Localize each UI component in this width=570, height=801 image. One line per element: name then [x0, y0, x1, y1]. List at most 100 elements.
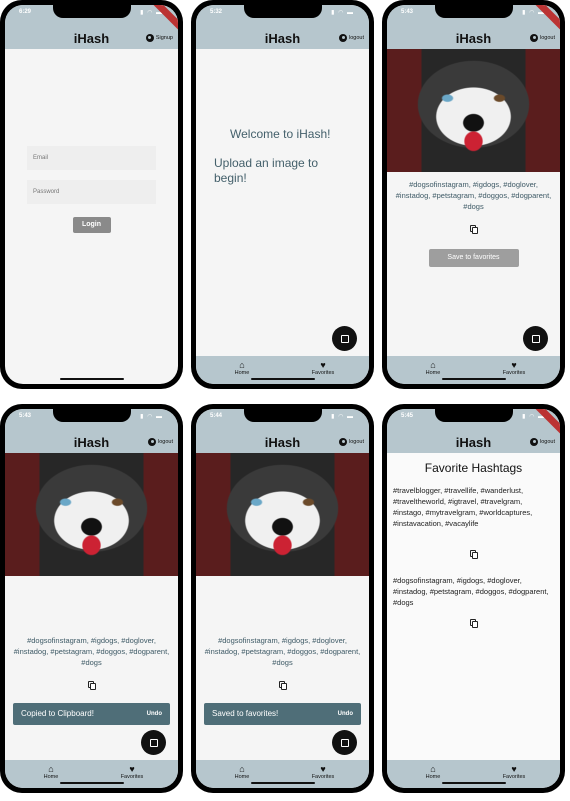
status-time: 5:45 — [401, 413, 414, 419]
uploaded-photo — [5, 453, 178, 576]
account-icon — [339, 438, 347, 446]
nav-favorites[interactable]: ♥ Favorites — [303, 764, 343, 780]
home-icon: ⌂ — [239, 764, 245, 774]
nav-home-label: Home — [43, 774, 59, 780]
nav-home[interactable]: ⌂ Home — [222, 764, 262, 780]
nav-home-label: Home — [234, 370, 250, 376]
signal-icons: ▮ ◠ ▬ — [140, 414, 163, 420]
favorite-hashtags-2: #dogsofinstagram, #igdogs, #doglover, #i… — [393, 576, 549, 607]
copy-icon[interactable] — [469, 619, 478, 628]
nav-favorites-label: Favorites — [311, 774, 335, 780]
nav-home-label: Home — [234, 774, 250, 780]
phone-login: iHash Signup 6:29 ▮ ◠ ▬ Email Password Lo… — [0, 0, 183, 389]
signal-icons: ▮ ◠ ▬ — [331, 10, 354, 16]
email-field[interactable]: Email — [27, 146, 156, 170]
image-icon — [531, 334, 540, 343]
nav-favorites[interactable]: ♥ Favorites — [112, 764, 152, 780]
hashtags-text: #dogsofinstagram, #igdogs, #doglover, #i… — [395, 180, 552, 211]
signup-button[interactable]: Signup — [145, 34, 173, 42]
pick-image-button[interactable] — [332, 326, 357, 351]
phone-welcome: iHash logout 5:32 ▮ ◠ ▬ Welcome to iHash!… — [191, 0, 374, 389]
pick-image-button[interactable] — [523, 326, 548, 351]
home-icon: ⌂ — [239, 360, 245, 370]
logout-button[interactable]: logout — [148, 438, 173, 446]
copy-icon[interactable] — [87, 681, 96, 690]
welcome-text: Welcome to iHash! — [230, 127, 331, 141]
snackbar-message: Copied to Clipboard! — [21, 709, 94, 718]
home-icon: ⌂ — [430, 764, 436, 774]
image-icon — [340, 334, 349, 343]
snackbar: Copied to Clipboard! Undo — [13, 703, 170, 725]
notch — [434, 409, 513, 422]
logout-button[interactable]: logout — [530, 34, 555, 42]
nav-favorites-label: Favorites — [502, 774, 526, 780]
home-indicator — [441, 781, 506, 784]
nav-home-label: Home — [425, 774, 441, 780]
logout-label: logout — [540, 35, 555, 41]
copied-screen: iHash logout 5:43 ▮ ◠ ▬ #dogsofinstagram,… — [5, 409, 178, 788]
login-button[interactable]: Login — [72, 217, 111, 233]
snackbar-message: Saved to favorites! — [212, 709, 279, 718]
undo-button[interactable]: Undo — [338, 703, 353, 725]
status-time: 5:44 — [210, 413, 223, 419]
phone-copied: iHash logout 5:43 ▮ ◠ ▬ #dogsofinstagram,… — [0, 404, 183, 793]
logout-button[interactable]: logout — [339, 438, 364, 446]
account-icon — [339, 34, 347, 42]
notch — [434, 5, 513, 18]
uploaded-photo — [387, 49, 560, 172]
home-indicator — [59, 377, 124, 380]
account-icon — [145, 34, 154, 42]
image-icon — [340, 738, 349, 747]
notch — [52, 409, 131, 422]
heart-icon: ♥ — [320, 360, 326, 370]
home-icon: ⌂ — [48, 764, 54, 774]
nav-home[interactable]: ⌂ Home — [31, 764, 71, 780]
logout-button[interactable]: logout — [339, 34, 364, 42]
copy-icon[interactable] — [469, 225, 478, 234]
status-time: 5:43 — [19, 413, 32, 419]
phone-result: iHash logout 5:43 ▮ ◠ ▬ #dogsofinstagram,… — [382, 0, 565, 389]
undo-button[interactable]: Undo — [147, 703, 162, 725]
login-screen: iHash Signup 6:29 ▮ ◠ ▬ Email Password Lo… — [5, 5, 178, 384]
home-indicator — [59, 781, 124, 784]
nav-favorites[interactable]: ♥ Favorites — [494, 360, 534, 376]
signup-label: Signup — [155, 35, 173, 41]
snackbar: Saved to favorites! Undo — [204, 703, 361, 725]
logout-label: logout — [349, 35, 364, 41]
welcome-screen: iHash logout 5:32 ▮ ◠ ▬ Welcome to iHash!… — [196, 5, 369, 384]
upload-prompt: Upload an image to begin! — [214, 156, 319, 185]
nav-favorites[interactable]: ♥ Favorites — [494, 764, 534, 780]
nav-home-label: Home — [425, 370, 441, 376]
hashtags-text: #dogsofinstagram, #igdogs, #doglover, #i… — [204, 636, 361, 667]
logout-label: logout — [158, 439, 173, 445]
copy-icon[interactable] — [278, 681, 287, 690]
account-icon — [530, 438, 538, 446]
save-to-favorites-button[interactable]: Save to favorites — [428, 249, 519, 267]
uploaded-photo — [196, 453, 369, 576]
logout-button[interactable]: logout — [530, 438, 555, 446]
heart-icon: ♥ — [511, 764, 517, 774]
heart-icon: ♥ — [320, 764, 326, 774]
pick-image-button[interactable] — [141, 730, 166, 755]
phone-favorites: iHash logout 5:45 ▮ ◠ ▬ Favorite Hashtags… — [382, 404, 565, 793]
home-indicator — [441, 377, 506, 380]
nav-home[interactable]: ⌂ Home — [413, 764, 453, 780]
nav-favorites[interactable]: ♥ Favorites — [303, 360, 343, 376]
nav-favorites-label: Favorites — [120, 774, 144, 780]
password-field[interactable]: Password — [27, 180, 156, 204]
notch — [243, 409, 322, 422]
logout-label: logout — [349, 439, 364, 445]
copy-icon[interactable] — [469, 550, 478, 559]
favorite-hashtags-1: #travelblogger, #travellife, #wanderlust… — [393, 486, 533, 528]
pick-image-button[interactable] — [332, 730, 357, 755]
nav-home[interactable]: ⌂ Home — [413, 360, 453, 376]
home-icon: ⌂ — [430, 360, 436, 370]
image-icon — [149, 738, 158, 747]
notch — [243, 5, 322, 18]
status-time: 5:32 — [210, 9, 223, 15]
phone-saved: iHash logout 5:44 ▮ ◠ ▬ #dogsofinstagram,… — [191, 404, 374, 793]
favorites-title: Favorite Hashtags — [424, 461, 523, 475]
status-time: 6:29 — [19, 9, 32, 15]
home-indicator — [250, 781, 315, 784]
nav-home[interactable]: ⌂ Home — [222, 360, 262, 376]
